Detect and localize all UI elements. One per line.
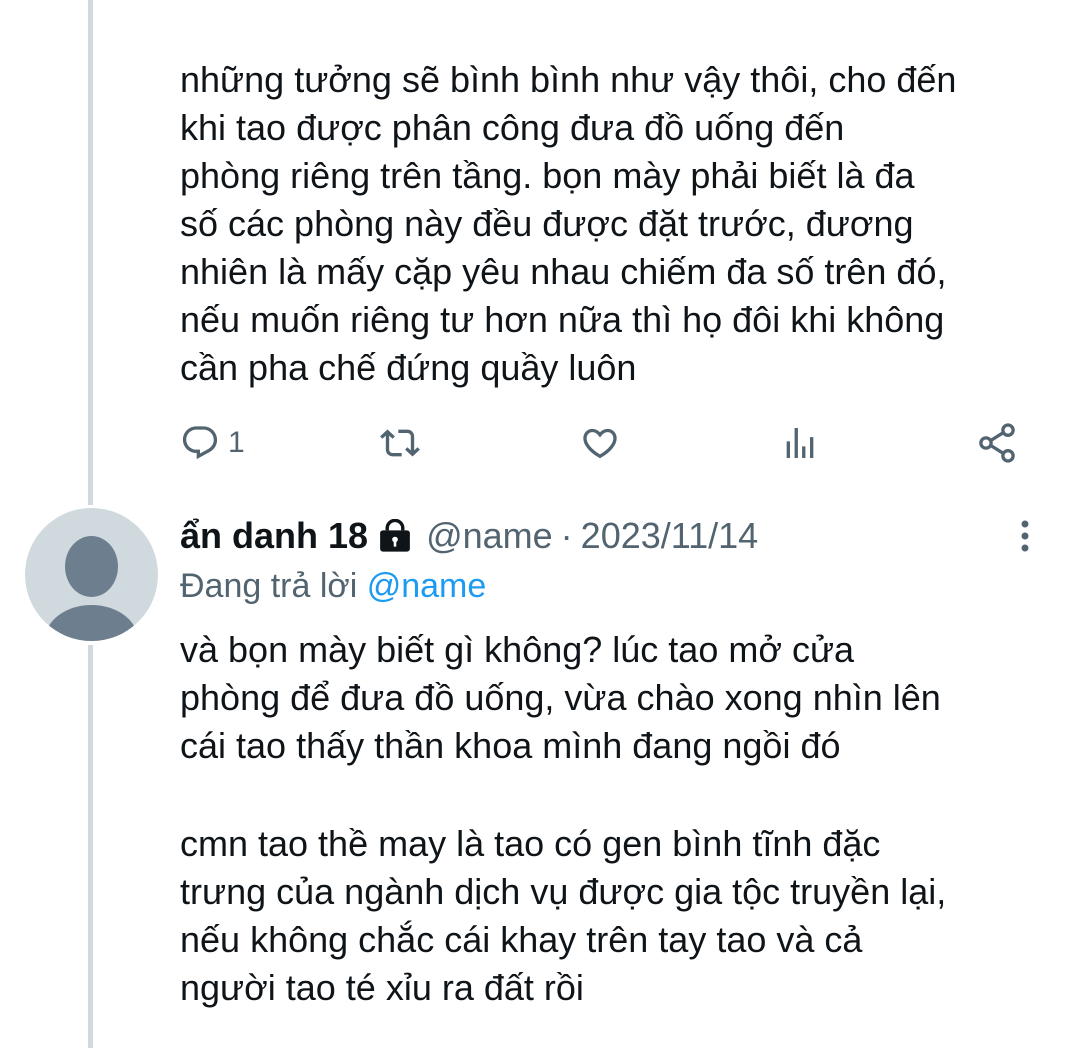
post-text-paragraph: cmn tao thề may là tao có gen bình tĩnh … bbox=[180, 823, 947, 1008]
thread-connector-line-lower bbox=[88, 645, 93, 1048]
replying-to-mention[interactable]: @name bbox=[367, 567, 487, 605]
retweet-icon bbox=[380, 429, 420, 457]
reply-button[interactable]: 1 bbox=[180, 418, 245, 468]
heart-icon bbox=[583, 428, 617, 459]
avatar-body-shape bbox=[45, 605, 138, 641]
post-date[interactable]: 2023/11/14 bbox=[581, 515, 759, 557]
lock-icon bbox=[378, 519, 412, 553]
share-icon bbox=[979, 423, 1015, 463]
display-name[interactable]: ẩn danh 18 bbox=[180, 515, 368, 557]
post-header: ẩn danh 18 @name · 2023/11/14 bbox=[180, 512, 758, 560]
thread-connector-line bbox=[88, 0, 93, 505]
avatar-head-shape bbox=[65, 536, 118, 597]
retweet-button[interactable] bbox=[380, 418, 420, 468]
views-button[interactable] bbox=[780, 418, 820, 468]
post-text-paragraph: và bọn mày biết gì không? lúc tao mở cửa… bbox=[180, 629, 941, 766]
reply-icon bbox=[182, 426, 218, 460]
user-handle[interactable]: @name bbox=[426, 515, 553, 557]
like-button[interactable] bbox=[580, 418, 620, 468]
replying-to-label: Đang trả lời bbox=[180, 567, 367, 605]
reply-count: 1 bbox=[228, 426, 245, 459]
replying-to-line: Đang trả lời @name bbox=[180, 562, 486, 610]
share-button[interactable] bbox=[975, 418, 1019, 468]
post-action-bar: 1 bbox=[180, 418, 1030, 468]
avatar[interactable] bbox=[25, 508, 158, 641]
more-vertical-icon bbox=[1021, 520, 1029, 552]
separator-dot: · bbox=[560, 515, 573, 556]
post-text: những tưởng sẽ bình bình như vậy thôi, c… bbox=[180, 59, 957, 388]
more-options-button[interactable] bbox=[1010, 516, 1040, 556]
views-icon bbox=[786, 428, 814, 458]
